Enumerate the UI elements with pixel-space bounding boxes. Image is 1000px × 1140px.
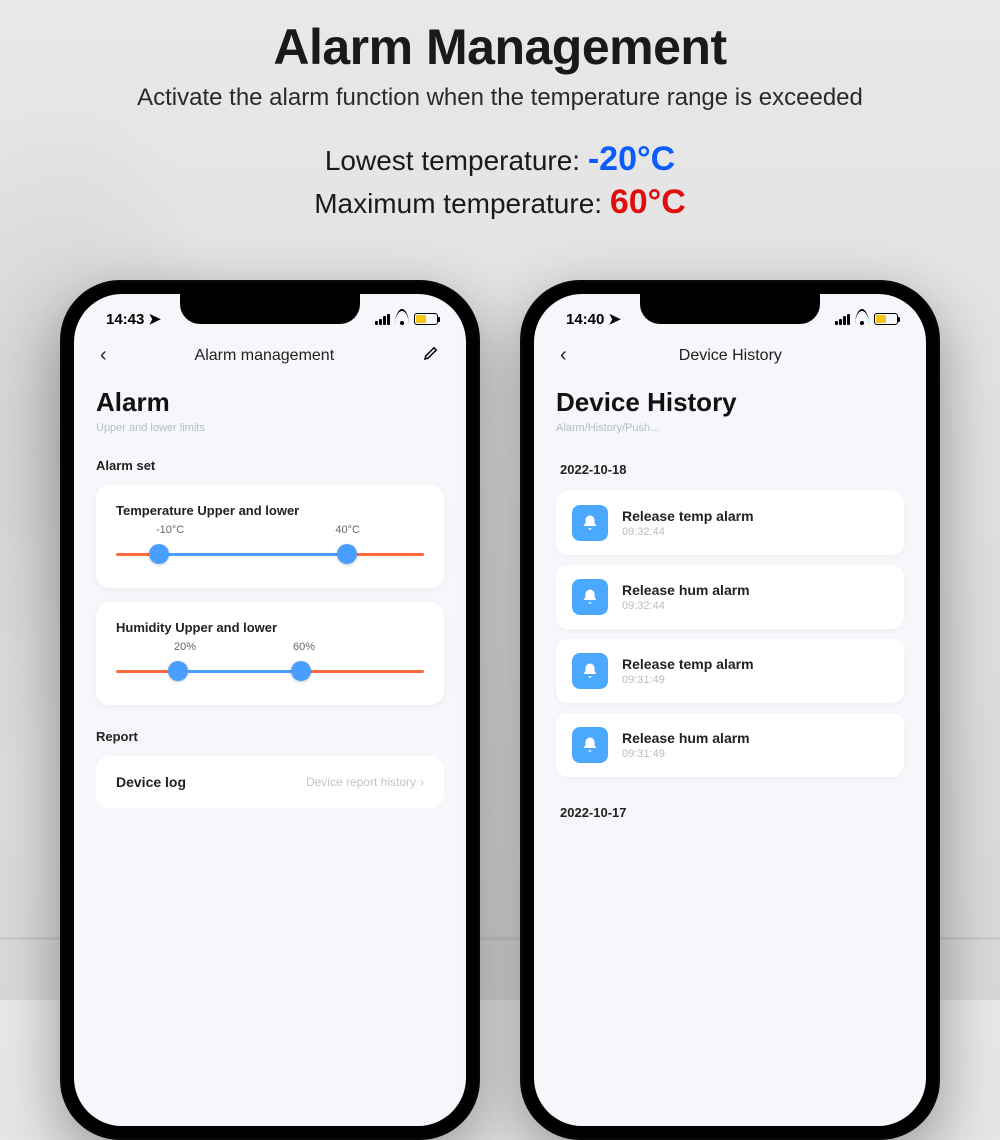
history-item-title: Release temp alarm [622, 656, 754, 672]
history-item[interactable]: Release hum alarm 09:32:44 [556, 565, 904, 629]
temperature-card: Temperature Upper and lower -10°C 40°C [96, 485, 444, 588]
low-temp-value: -20°C [588, 140, 675, 178]
history-item[interactable]: Release hum alarm 09:31:49 [556, 713, 904, 777]
alarm-set-label: Alarm set [96, 458, 444, 473]
history-item[interactable]: Release temp alarm 09:31:49 [556, 639, 904, 703]
temp-low-label: -10°C [156, 524, 184, 536]
bell-icon [572, 579, 608, 615]
history-item-time: 09:32:44 [622, 526, 754, 538]
hero-subtitle: Activate the alarm function when the tem… [0, 84, 1000, 112]
history-item-title: Release hum alarm [622, 730, 750, 746]
nav-title: Device History [679, 347, 782, 365]
section-subtitle: Alarm/History/Push... [556, 422, 904, 434]
history-date-label: 2022-10-17 [560, 805, 904, 820]
phone-right: 14:40 ➤ ‹ Device History Device History … [520, 280, 940, 1140]
phone-left: 14:43 ➤ ‹ Alarm management Alarm Upper a… [60, 280, 480, 1140]
battery-icon [874, 313, 898, 325]
max-temp-label: Maximum temperature: [314, 188, 610, 219]
phone-notch [180, 294, 360, 324]
history-item-title: Release hum alarm [622, 582, 750, 598]
temperature-slider[interactable] [116, 544, 424, 564]
back-button[interactable]: ‹ [94, 344, 113, 367]
location-icon: ➤ [608, 310, 621, 328]
device-report-history-label: Device report history [306, 775, 416, 789]
battery-icon [414, 313, 438, 325]
bell-icon [572, 727, 608, 763]
phone-notch [640, 294, 820, 324]
temp-slider-high-handle[interactable] [337, 544, 357, 564]
status-time: 14:43 [106, 311, 144, 328]
history-date-label: 2022-10-18 [560, 462, 904, 477]
device-log-row[interactable]: Device log Device report history › [96, 756, 444, 808]
section-title: Device History [556, 387, 904, 418]
section-subtitle: Upper and lower limits [96, 422, 444, 434]
history-item[interactable]: Release temp alarm 09:32:44 [556, 491, 904, 555]
low-temp-row: Lowest temperature: -20°C [0, 140, 1000, 179]
temperature-card-title: Temperature Upper and lower [116, 503, 424, 518]
history-item-time: 09:31:49 [622, 748, 750, 760]
location-icon: ➤ [148, 310, 161, 328]
temperature-range-labels: -10°C 40°C [116, 524, 424, 540]
status-time: 14:40 [566, 311, 604, 328]
nav-bar: ‹ Alarm management [74, 334, 466, 377]
signal-icon [835, 314, 850, 325]
bell-icon [572, 653, 608, 689]
wifi-icon [854, 313, 870, 325]
temperature-stats: Lowest temperature: -20°C Maximum temper… [0, 140, 1000, 222]
hero: Alarm Management Activate the alarm func… [0, 0, 1000, 112]
low-temp-label: Lowest temperature: [325, 145, 588, 176]
bell-icon [572, 505, 608, 541]
nav-title: Alarm management [195, 347, 335, 365]
max-temp-row: Maximum temperature: 60°C [0, 183, 1000, 222]
humidity-card: Humidity Upper and lower 20% 60% [96, 602, 444, 705]
temp-high-label: 40°C [335, 524, 360, 536]
hum-low-label: 20% [174, 641, 196, 653]
humidity-slider[interactable] [116, 661, 424, 681]
chevron-right-icon: › [420, 775, 424, 789]
humidity-range-labels: 20% 60% [116, 641, 424, 657]
back-button[interactable]: ‹ [554, 344, 573, 367]
hum-high-label: 60% [293, 641, 315, 653]
wifi-icon [394, 313, 410, 325]
max-temp-value: 60°C [610, 183, 686, 221]
edit-button[interactable] [416, 344, 446, 367]
history-item-time: 09:32:44 [622, 600, 750, 612]
report-label: Report [96, 729, 444, 744]
section-title: Alarm [96, 387, 444, 418]
history-item-title: Release temp alarm [622, 508, 754, 524]
device-log-label: Device log [116, 774, 186, 790]
hum-slider-high-handle[interactable] [291, 661, 311, 681]
humidity-card-title: Humidity Upper and lower [116, 620, 424, 635]
nav-bar: ‹ Device History [534, 334, 926, 377]
temp-slider-low-handle[interactable] [149, 544, 169, 564]
signal-icon [375, 314, 390, 325]
hero-title: Alarm Management [0, 18, 1000, 76]
hum-slider-low-handle[interactable] [168, 661, 188, 681]
history-item-time: 09:31:49 [622, 674, 754, 686]
